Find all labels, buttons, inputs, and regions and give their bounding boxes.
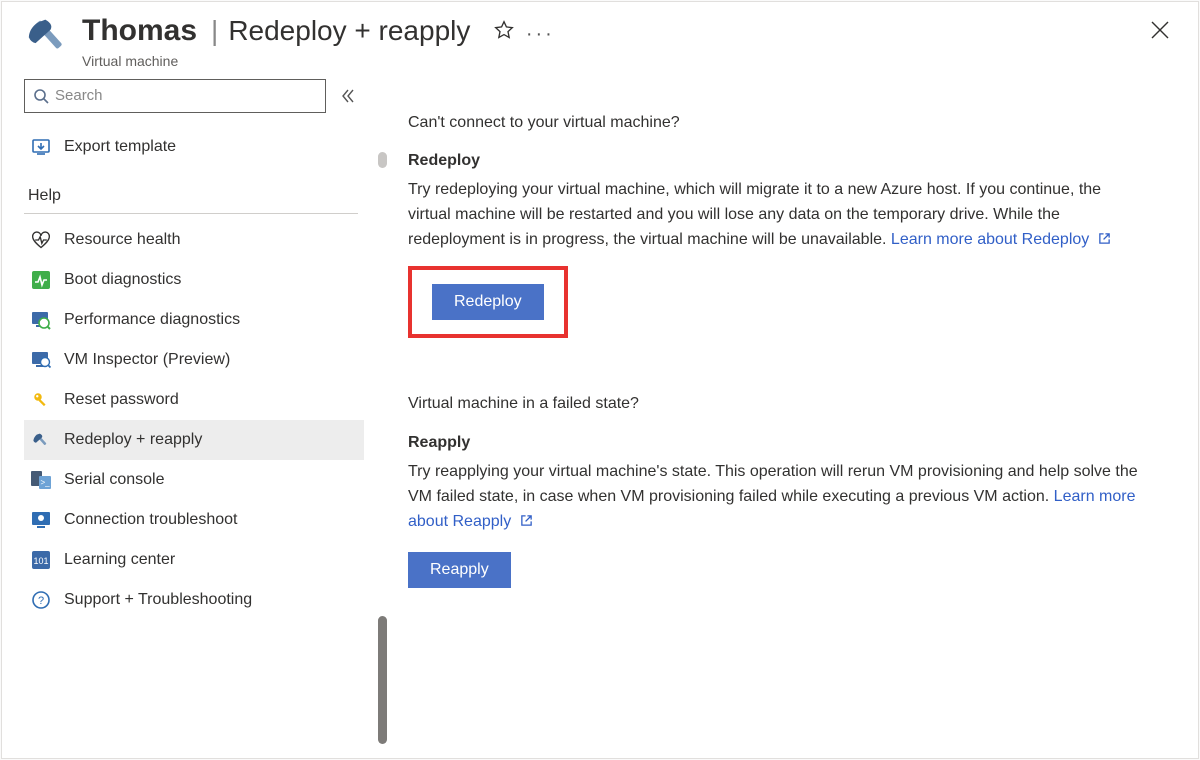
redeploy-question: Can't connect to your virtual machine? <box>408 111 1172 136</box>
sidebar-item-label: Serial console <box>64 471 165 489</box>
redeploy-heading: Redeploy <box>408 149 1172 174</box>
learning-icon: 101 <box>30 549 52 571</box>
export-template-icon <box>30 136 52 158</box>
sidebar-item-label: Reset password <box>64 391 179 409</box>
sidebar-item-export-template[interactable]: Export template <box>24 127 364 167</box>
sidebar-item-label: Performance diagnostics <box>64 311 240 329</box>
sidebar: Export template Help Resource health <box>2 73 364 759</box>
reapply-button[interactable]: Reapply <box>408 552 511 588</box>
serial-console-icon: >_ <box>30 469 52 491</box>
sidebar-item-label: VM Inspector (Preview) <box>64 351 230 369</box>
external-link-icon <box>1098 232 1111 245</box>
sidebar-item-boot-diagnostics[interactable]: Boot diagnostics <box>24 260 364 300</box>
reapply-heading: Reapply <box>408 431 1172 456</box>
sidebar-section-help: Help <box>28 187 364 205</box>
sidebar-item-serial-console[interactable]: >_ Serial console <box>24 460 364 500</box>
sidebar-item-label: Resource health <box>64 231 181 249</box>
sidebar-item-label: Redeploy + reapply <box>64 431 202 449</box>
perf-diag-icon <box>30 309 52 331</box>
sidebar-item-reset-password[interactable]: Reset password <box>24 380 364 420</box>
divider <box>24 213 358 214</box>
search-icon <box>33 88 49 104</box>
connection-icon <box>30 509 52 531</box>
scroll-indicator-top <box>378 152 387 168</box>
scrollbar-thumb[interactable] <box>378 616 387 744</box>
sidebar-item-connection-troubleshoot[interactable]: Connection troubleshoot <box>24 500 364 540</box>
boot-diag-icon <box>30 269 52 291</box>
hammer-small-icon <box>30 429 52 451</box>
page-title: Redeploy + reapply <box>228 15 470 47</box>
menu-search[interactable] <box>24 79 326 113</box>
reapply-description: Try reapplying your virtual machine's st… <box>408 460 1148 534</box>
sidebar-item-redeploy-reapply[interactable]: Redeploy + reapply <box>24 420 364 460</box>
reapply-question: Virtual machine in a failed state? <box>408 392 1172 417</box>
blade-header: Thomas | Redeploy + reapply ··· Virtual … <box>2 2 1198 73</box>
resource-name: Thomas <box>82 14 197 48</box>
key-icon <box>30 389 52 411</box>
svg-text:>_: >_ <box>40 478 50 487</box>
resource-type: Virtual machine <box>82 53 556 69</box>
sidebar-item-support-troubleshooting[interactable]: ? Support + Troubleshooting <box>24 580 364 620</box>
more-menu-icon[interactable]: ··· <box>524 19 556 51</box>
sidebar-item-label: Boot diagnostics <box>64 271 181 289</box>
sidebar-item-resource-health[interactable]: Resource health <box>24 220 364 260</box>
redeploy-learn-more-link[interactable]: Learn more about Redeploy <box>891 231 1111 248</box>
sidebar-item-learning-center[interactable]: 101 Learning center <box>24 540 364 580</box>
search-input[interactable] <box>55 87 317 104</box>
redeploy-button-highlight: Redeploy <box>408 266 568 338</box>
blade: Thomas | Redeploy + reapply ··· Virtual … <box>1 1 1199 759</box>
heartbeat-icon <box>30 229 52 251</box>
collapse-menu-icon[interactable] <box>336 79 358 113</box>
svg-text:101: 101 <box>33 556 48 566</box>
sidebar-item-vm-inspector[interactable]: VM Inspector (Preview) <box>24 340 364 380</box>
hammer-icon <box>26 14 70 58</box>
sidebar-item-label: Support + Troubleshooting <box>64 591 252 609</box>
redeploy-description: Try redeploying your virtual machine, wh… <box>408 178 1148 252</box>
external-link-icon <box>520 514 533 527</box>
help-icon: ? <box>30 589 52 611</box>
sidebar-item-label: Connection troubleshoot <box>64 511 237 529</box>
sidebar-item-label: Learning center <box>64 551 175 569</box>
svg-text:?: ? <box>38 595 44 607</box>
main-content: Can't connect to your virtual machine? R… <box>364 73 1198 759</box>
sidebar-item-label: Export template <box>64 138 176 156</box>
favorite-star-icon[interactable] <box>488 14 520 46</box>
close-button[interactable] <box>1144 14 1176 46</box>
title-separator: | <box>211 15 218 47</box>
vm-inspector-icon <box>30 349 52 371</box>
sidebar-item-performance-diagnostics[interactable]: Performance diagnostics <box>24 300 364 340</box>
redeploy-button[interactable]: Redeploy <box>432 284 544 320</box>
